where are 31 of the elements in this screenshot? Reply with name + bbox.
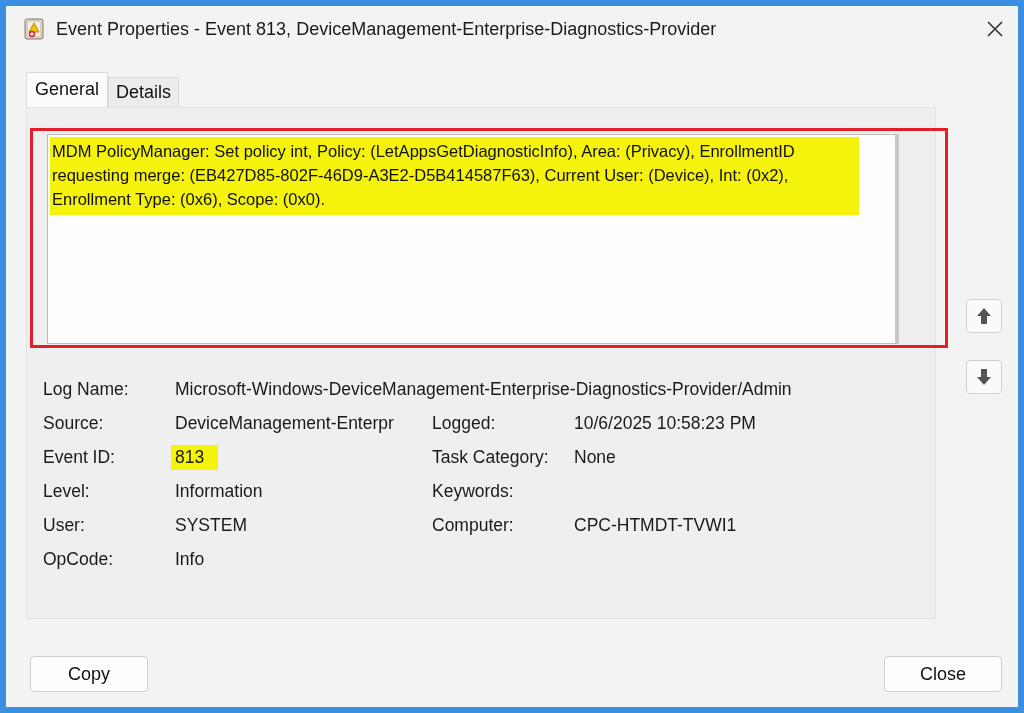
field-value: DeviceManagement-Enterpr [175,411,395,435]
close-icon[interactable] [986,20,1004,38]
field-value: CPC-HTMDT-TVWI1 [574,513,738,537]
field-value: SYSTEM [175,513,248,537]
field-label: Keywords: [432,480,515,502]
field-value: None [574,445,617,469]
field-value: Information [175,479,264,503]
field-label: Computer: [432,514,515,536]
event-description: MDM PolicyManager: Set policy int, Policy: (LetAppsGetDiagnosticInfo), Area: (Privacy), EnrollmentID requesting merge: (EB427D85-802F-46D9-A3E2-D5B414587F63), Current User: (Device), Int: (0x2), Enrollment Type: (0x6), Scope: (0x0). [50,137,859,215]
field-value: 10/6/2025 10:58:23 PM [574,411,757,435]
field-value: Info [175,547,206,571]
previous-event-button[interactable] [966,299,1002,333]
window-title: Event Properties - Event 813, DeviceManagement-Enterprise-Diagnostics-Provider [56,18,718,40]
field-label: Task Category: [432,446,550,468]
field-label: Logged: [432,412,497,434]
field-label: Event ID: [43,446,116,468]
close-button[interactable]: Close [884,656,1002,692]
field-label: Source: [43,412,105,434]
field-label: Log Name: [43,378,130,400]
next-event-button[interactable] [966,360,1002,394]
field-value: 813 [171,444,219,470]
field-label: User: [43,514,86,536]
up-arrow-icon [976,307,992,325]
field-label: OpCode: [43,548,115,570]
field-value: Microsoft-Windows-DeviceManagement-Enterprise-Diagnostics-Provider/Admin [175,377,793,401]
down-arrow-icon [976,368,992,386]
event-log-icon [24,18,44,40]
tab[interactable]: Details [108,77,180,107]
copy-button[interactable]: Copy [30,656,148,692]
field-label: Level: [43,480,91,502]
tab[interactable]: General [26,72,109,107]
